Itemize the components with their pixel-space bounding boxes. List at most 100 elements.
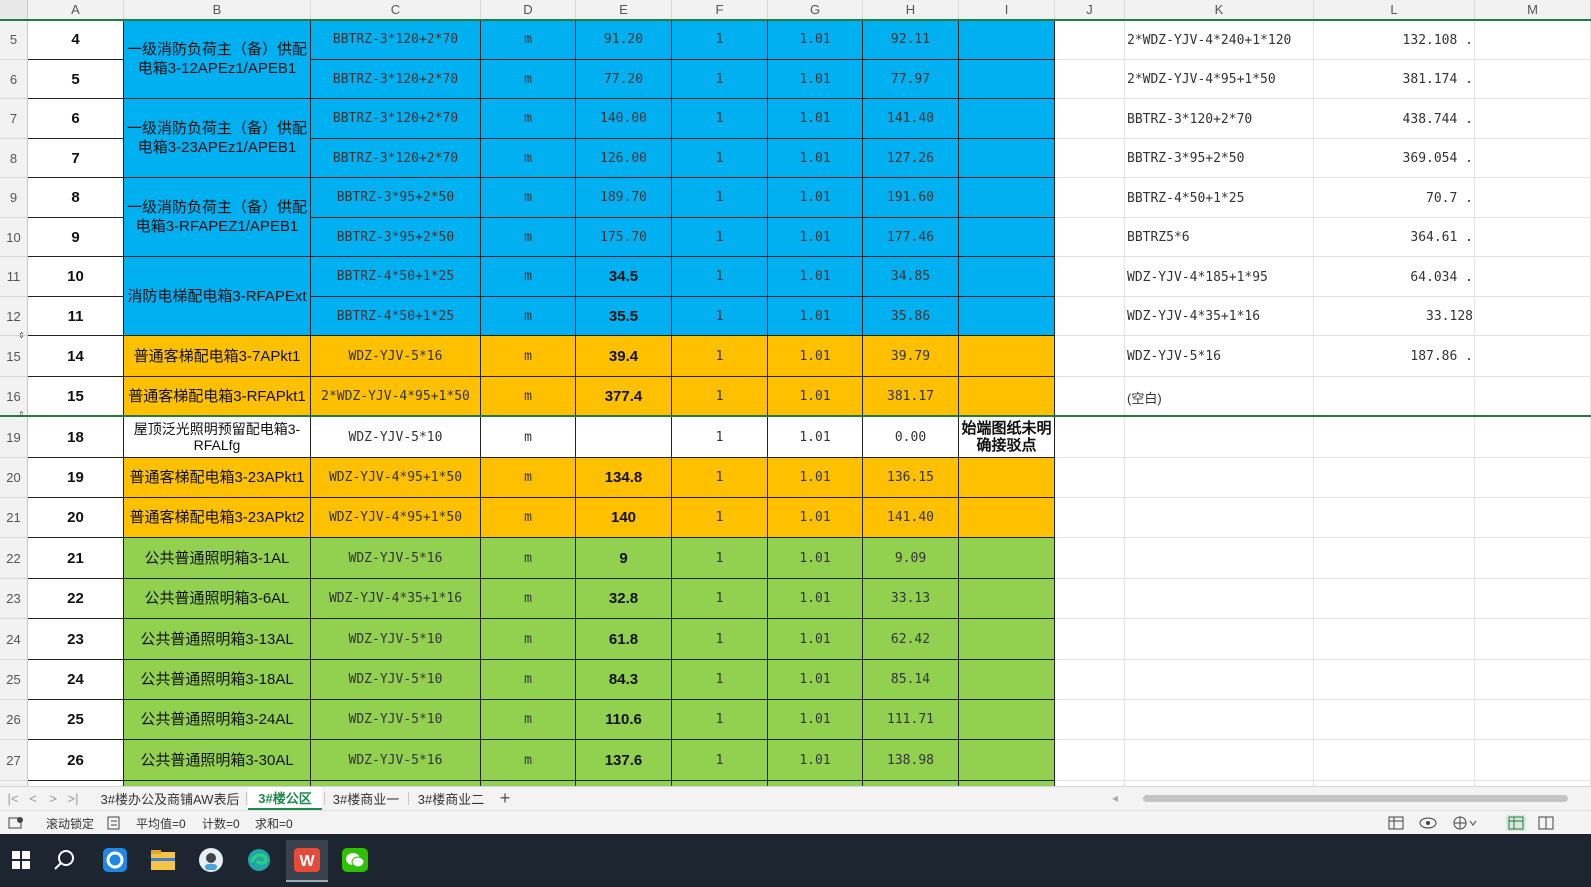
total-length[interactable]: 77.97 [863,60,959,99]
remark[interactable] [959,99,1055,139]
unit[interactable]: m [481,579,576,619]
coefficient[interactable]: 1.01 [768,740,863,781]
length[interactable]: 140.00 [576,99,672,139]
list-icon[interactable] [106,815,122,831]
row-number[interactable]: 5 [28,60,124,99]
total-length[interactable]: 0.00 [863,417,959,458]
distribution-box-name[interactable]: 普通客梯配电箱3-7APkt1 [124,336,311,377]
grid-cell[interactable] [1055,178,1125,218]
row-header[interactable]: 8 [0,139,28,178]
grid-cell[interactable] [1055,99,1125,139]
horizontal-scrollbar[interactable] [1143,795,1568,802]
grid-cell[interactable] [1125,660,1314,700]
grid-cell[interactable] [1055,377,1125,417]
remark[interactable] [959,619,1055,660]
quantity[interactable]: 1 [672,178,768,218]
distribution-box-name[interactable]: 公共普通照明箱3-30AL [124,740,311,781]
pivot-row-label[interactable]: BBTRZ-4*50+1*25 [1127,178,1244,218]
row-header[interactable]: 24 [0,619,28,660]
cable-type[interactable]: WDZ-YJV-5*10 [311,700,481,740]
coefficient[interactable]: 1.01 [768,498,863,538]
pivot-row-value[interactable] [1314,377,1473,417]
total-length[interactable]: 39.79 [863,336,959,377]
grid-cell[interactable] [1475,538,1591,579]
cable-type[interactable]: BBTRZ-3*120+2*70 [311,99,481,139]
length[interactable]: 32.8 [576,579,672,619]
quantity[interactable]: 1 [672,297,768,336]
page-layout-icon[interactable] [1538,815,1554,831]
distribution-box-name[interactable]: 一级消防负荷主（备）供配电箱3-23APEz1/APEB1 [124,99,311,178]
pivot-row-label[interactable]: 2*WDZ-YJV-4*240+1*120 [1127,20,1291,60]
total-length[interactable]: 92.11 [863,20,959,60]
macro-icon[interactable] [8,815,24,831]
pivot-row-label[interactable]: (空白) [1127,377,1162,417]
search-icon[interactable] [44,840,86,880]
length[interactable]: 377.4 [576,377,672,417]
grid-cell[interactable] [1055,218,1125,257]
row-header[interactable]: 21 [0,498,28,538]
distribution-box-name[interactable]: 普通客梯配电箱3-23APkt1 [124,458,311,498]
total-length[interactable]: 9.09 [863,538,959,579]
cable-type[interactable]: BBTRZ-4*50+1*25 [311,257,481,297]
wps-office-icon[interactable]: W [286,840,328,882]
remark[interactable] [959,60,1055,99]
quantity[interactable]: 1 [672,619,768,660]
grid-cell[interactable] [1055,579,1125,619]
length[interactable]: 35.5 [576,297,672,336]
length[interactable]: 140 [576,498,672,538]
cable-type[interactable]: WDZ-YJV-5*16 [311,336,481,377]
row-number[interactable]: 24 [28,660,124,700]
grid-cell[interactable] [1314,619,1475,660]
hidden-rows-marker[interactable]: ⇕ [18,331,25,340]
grid-cell[interactable] [1314,498,1475,538]
grid-cell[interactable] [1475,60,1591,99]
total-length[interactable]: 127.26 [863,139,959,178]
pivot-row-value[interactable]: 187.86 . [1314,336,1473,377]
grid-cell[interactable] [1475,257,1591,297]
column-header-j[interactable]: J [1055,0,1125,20]
row-number[interactable]: 21 [28,538,124,579]
column-header-c[interactable]: C [311,0,481,20]
column-header-a[interactable]: A [28,0,124,20]
length[interactable] [576,417,672,458]
windows-start-icon[interactable] [0,840,42,880]
grid-cell[interactable] [1055,297,1125,336]
cable-type[interactable]: WDZ-YJV-5*16 [311,740,481,781]
coefficient[interactable]: 1.01 [768,538,863,579]
unit[interactable]: m [481,498,576,538]
coefficient[interactable]: 1.01 [768,619,863,660]
total-length[interactable]: 138.98 [863,740,959,781]
grid-cell[interactable] [1475,619,1591,660]
distribution-box-name[interactable]: 公共普通照明箱3-13AL [124,619,311,660]
unit[interactable]: m [481,336,576,377]
add-sheet-icon[interactable]: + [494,787,516,810]
column-header-i[interactable]: I [959,0,1055,20]
length[interactable]: 61.8 [576,619,672,660]
column-header-e[interactable]: E [576,0,672,20]
length[interactable]: 134.8 [576,458,672,498]
unit[interactable]: m [481,740,576,781]
grid-cell[interactable] [1055,740,1125,781]
total-length[interactable]: 34.85 [863,257,959,297]
grid-cell[interactable] [1055,336,1125,377]
distribution-box-name[interactable]: 公共普通照明箱3-1AL [124,538,311,579]
unit[interactable]: m [481,458,576,498]
cable-type[interactable]: WDZ-YJV-5*10 [311,619,481,660]
unit[interactable]: m [481,257,576,297]
avatar-app-icon[interactable] [190,840,232,880]
unit[interactable]: m [481,178,576,218]
row-number[interactable]: 22 [28,579,124,619]
freeze-pane-line[interactable] [0,19,1591,21]
remark[interactable] [959,257,1055,297]
remark[interactable] [959,377,1055,417]
edge-browser-icon[interactable] [238,840,280,880]
grid-cell[interactable] [1314,660,1475,700]
unit[interactable]: m [481,297,576,336]
grid-cell[interactable] [1475,458,1591,498]
coefficient[interactable]: 1.01 [768,99,863,139]
cable-type[interactable]: WDZ-YJV-4*95+1*50 [311,458,481,498]
remark[interactable] [959,20,1055,60]
grid-cell[interactable] [1475,498,1591,538]
length[interactable]: 39.4 [576,336,672,377]
pivot-row-label[interactable]: BBTRZ-3*120+2*70 [1127,99,1252,139]
